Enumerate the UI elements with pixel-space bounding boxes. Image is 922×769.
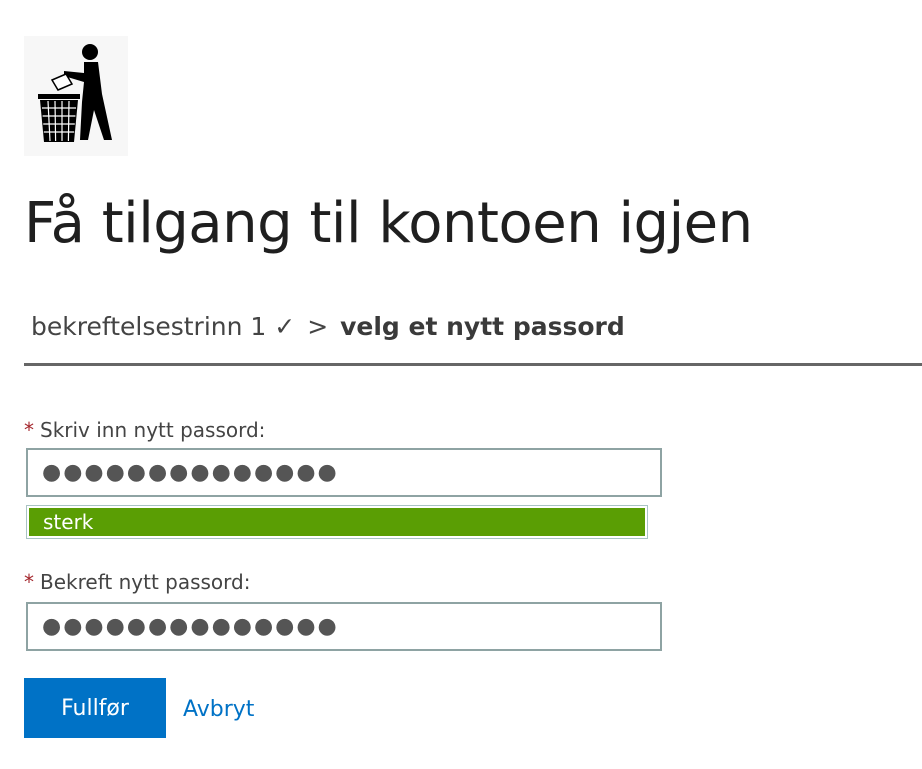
- breadcrumb-separator: >: [307, 312, 329, 341]
- cancel-link[interactable]: Avbryt: [183, 696, 254, 724]
- confirm-password-label: * Bekreft nytt passord:: [24, 569, 250, 595]
- password-reset-page: Få tilgang til kontoen igjen bekreftelse…: [0, 0, 922, 769]
- page-title: Få tilgang til kontoen igjen: [24, 191, 753, 256]
- password-strength-indicator: sterk: [29, 508, 645, 536]
- logo: [24, 36, 128, 156]
- confirm-password-input[interactable]: [26, 602, 662, 651]
- required-marker: *: [24, 418, 34, 442]
- breadcrumb-current-step: velg et nytt passord: [340, 312, 625, 341]
- required-marker: *: [24, 570, 34, 594]
- new-password-input[interactable]: [26, 448, 662, 497]
- new-password-label: * Skriv inn nytt passord:: [24, 417, 265, 443]
- new-password-label-text: Skriv inn nytt passord:: [40, 418, 266, 442]
- tidy-man-trash-icon: [38, 44, 112, 142]
- confirm-password-label-text: Bekreft nytt passord:: [40, 570, 251, 594]
- password-strength-meter: sterk: [26, 505, 648, 539]
- breadcrumb: bekreftelsestrinn 1 ✓ > velg et nytt pas…: [31, 309, 625, 345]
- breadcrumb-step-verification: bekreftelsestrinn 1 ✓: [31, 312, 296, 341]
- finish-button[interactable]: Fullfør: [24, 678, 166, 738]
- section-divider: [24, 363, 922, 366]
